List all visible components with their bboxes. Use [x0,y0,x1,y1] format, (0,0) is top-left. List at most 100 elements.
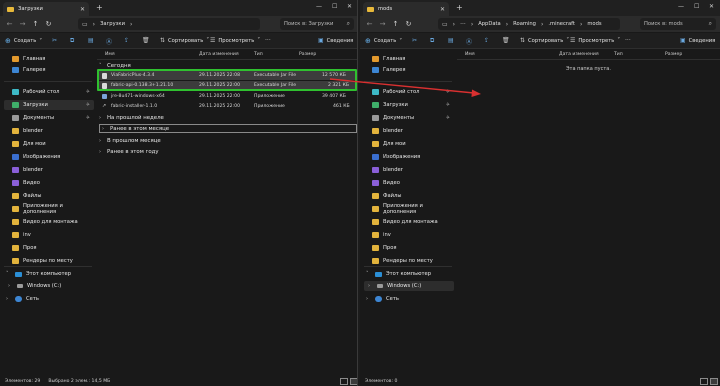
sidebar-item-network[interactable]: › Сеть [364,294,454,304]
sidebar-item-files[interactable]: Файлы [4,191,94,201]
breadcrumb-item-downloads[interactable]: Загрузки [100,21,125,27]
maximize-icon[interactable]: ☐ [694,3,699,10]
sidebar-item-documents[interactable]: Документы ✈ [364,113,454,123]
sidebar-item-proya[interactable]: Проя [364,243,454,253]
sidebar-item-blender[interactable]: blender [4,126,94,136]
column-header-date[interactable]: Дата изменения [199,52,239,57]
sidebar-item-downloads[interactable]: Загрузки ✈ [364,100,454,110]
details-button[interactable]: ▣ Сведения [680,37,715,44]
sidebar-item-videos[interactable]: Видео [364,178,454,188]
sidebar-item-dlya-moi[interactable]: Для мои [364,139,454,149]
sidebar-item-blender-2[interactable]: blender [4,165,94,175]
paste-icon[interactable]: ▤ [88,37,94,44]
details-view-toggle[interactable] [700,378,708,385]
group-header-earlier-year[interactable]: › Ранее в этом году [99,147,159,156]
sidebar-item-home[interactable]: Главная [364,54,454,64]
column-header-size[interactable]: Размер [665,52,682,57]
sidebar-item-home[interactable]: Главная [4,54,94,64]
close-window-icon[interactable]: ✕ [347,3,352,10]
new-button[interactable]: ⊕ Создать ˅ [5,37,42,45]
sidebar-item-drive-c[interactable]: › Windows (C:) [364,281,454,291]
file-row[interactable]: jre-8u471-windows-x64 29.11.2025 22:00 П… [97,92,357,101]
minimize-icon[interactable]: — [316,3,322,10]
breadcrumb[interactable]: ▭ › Загрузки › [78,18,260,30]
new-button[interactable]: ⊕ Создать ˅ [365,37,402,45]
more-options-icon[interactable]: ··· [625,37,631,44]
breadcrumb[interactable]: ▭ › ··· › AppData › Roaming › .minecraft… [438,18,620,30]
breadcrumb-item-appdata[interactable]: AppData [478,21,501,27]
close-window-icon[interactable]: ✕ [709,3,714,10]
back-icon[interactable]: ← [363,20,376,28]
paste-icon[interactable]: ▤ [448,37,454,44]
sidebar-item-gallery[interactable]: Галерея [364,65,454,75]
tiles-view-toggle[interactable] [710,378,718,385]
sidebar-item-files[interactable]: Файлы [364,191,454,201]
sidebar-item-blender-2[interactable]: blender [364,165,454,175]
sidebar-item-inv[interactable]: inv [4,230,94,240]
view-button[interactable]: ☰ Просмотреть ˅ [570,37,620,44]
column-header-name[interactable]: Имя [105,52,115,57]
sidebar-item-this-pc[interactable]: ˅ Этот компьютер [4,269,94,279]
tiles-view-toggle[interactable] [350,378,357,385]
sidebar-item-drive-c[interactable]: › Windows (C:) [4,281,94,291]
cut-icon[interactable]: ✂ [412,37,417,44]
sidebar-item-gallery[interactable]: Галерея [4,65,94,75]
sidebar-item-video-editing[interactable]: Видео для монтажа [4,217,94,227]
sidebar-item-this-pc[interactable]: ˅ Этот компьютер [364,269,454,279]
refresh-icon[interactable]: ↻ [402,20,415,28]
sidebar-item-downloads[interactable]: Загрузки ✈ [4,100,94,110]
group-header-last-month[interactable]: › В прошлом месяце [99,136,161,145]
new-tab-icon[interactable]: + [456,3,463,12]
column-header-type[interactable]: Тип [254,52,263,57]
sidebar-item-apps[interactable]: Приложения и дополнения [4,203,94,215]
sidebar-item-video-editing[interactable]: Видео для монтажа [364,217,454,227]
sidebar-item-pictures[interactable]: Изображения [364,152,454,162]
more-options-icon[interactable]: ··· [265,37,271,44]
close-tab-icon[interactable]: ✕ [80,6,85,13]
sort-button[interactable]: ⇅ Сортировать ˅ [520,37,569,44]
sidebar-item-inv[interactable]: inv [364,230,454,240]
search-input[interactable]: Поиск в: Загрузки ⌕ [280,18,354,30]
sort-button[interactable]: ⇅ Сортировать ˅ [160,37,209,44]
delete-icon[interactable]: 🗑 [142,37,150,44]
view-button[interactable]: ☰ Просмотреть ˅ [210,37,260,44]
up-icon[interactable]: ↑ [389,20,402,28]
copy-icon[interactable]: ⧉ [70,37,74,45]
details-view-toggle[interactable] [340,378,348,385]
sidebar-item-renders[interactable]: Рендеры по месту [364,256,454,266]
cut-icon[interactable]: ✂ [52,37,57,44]
breadcrumb-item-roaming[interactable]: Roaming [513,21,536,27]
column-header-date[interactable]: Дата изменения [559,52,599,57]
column-header-type[interactable]: Тип [614,52,623,57]
back-icon[interactable]: ← [3,20,16,28]
copy-icon[interactable]: ⧉ [430,37,434,45]
sidebar-item-documents[interactable]: Документы ✈ [4,113,94,123]
refresh-icon[interactable]: ↻ [42,20,55,28]
ellipsis-icon[interactable]: ··· [460,21,466,28]
breadcrumb-item-mods[interactable]: mods [587,21,601,27]
sidebar-item-network[interactable]: › Сеть [4,294,94,304]
column-header-name[interactable]: Имя [465,52,475,57]
group-header-earlier-month[interactable]: › Ранее в этом месяце [99,124,357,133]
sidebar-item-desktop[interactable]: Рабочий стол ✈ [4,87,94,97]
sidebar-item-proya[interactable]: Проя [4,243,94,253]
delete-icon[interactable]: 🗑 [502,37,510,44]
sidebar-item-apps[interactable]: Приложения и дополнения [364,203,454,215]
tab-mods[interactable]: mods ✕ [363,2,449,16]
new-tab-icon[interactable]: + [96,3,103,12]
forward-icon[interactable]: → [16,20,29,28]
close-tab-icon[interactable]: ✕ [440,6,445,13]
sidebar-item-blender[interactable]: blender [364,126,454,136]
tab-downloads[interactable]: Загрузки ✕ [3,2,89,16]
minimize-icon[interactable]: — [678,3,684,10]
rename-icon[interactable]: Ⓐ [106,37,112,46]
share-icon[interactable]: ⇪ [124,37,129,44]
up-icon[interactable]: ↑ [29,20,42,28]
column-header-size[interactable]: Размер [299,52,316,57]
share-icon[interactable]: ⇪ [484,37,489,44]
details-button[interactable]: ▣ Сведения [318,37,353,44]
file-row[interactable]: ↗ fabric-installer-1.1.0 29.11.2025 22:0… [97,102,357,111]
forward-icon[interactable]: → [376,20,389,28]
search-input[interactable]: Поиск в: mods ⌕ [640,18,716,30]
rename-icon[interactable]: Ⓐ [466,37,472,46]
